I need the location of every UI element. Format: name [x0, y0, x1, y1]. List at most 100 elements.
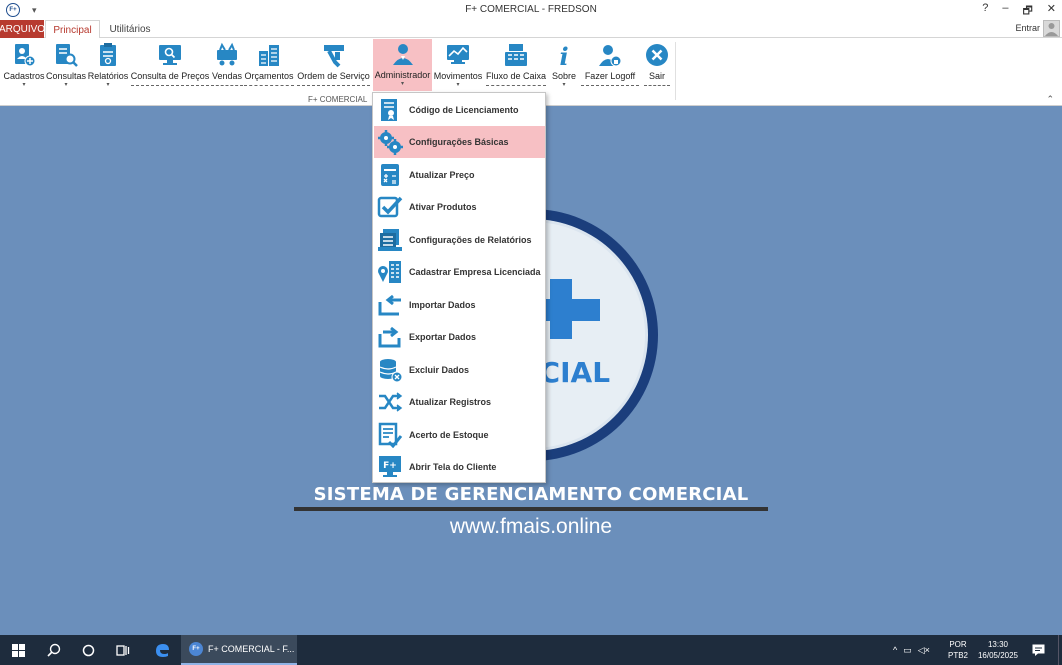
relatorios-button[interactable]: Relatórios ▾: [87, 40, 129, 92]
license-icon: [381, 99, 397, 121]
clock-date: 16/05/2025: [977, 651, 1019, 660]
tray-icons: ^ ▭ ◁×: [893, 635, 936, 665]
sobre-button[interactable]: i Sobre ▾: [550, 40, 578, 92]
menu-item-label: Excluir Dados: [409, 365, 470, 375]
windows-start-icon[interactable]: [4, 635, 32, 665]
menu-item-excluir-dados[interactable]: Excluir Dados: [374, 354, 545, 386]
consultas-button[interactable]: Consultas ▾: [45, 40, 87, 92]
menu-item-label: Acerto de Estoque: [409, 430, 489, 440]
taskbar-app-fcomercial[interactable]: F+ F+ COMERCIAL - F...: [181, 635, 297, 665]
restore-button[interactable]: 🗗: [1022, 2, 1032, 21]
network-icon[interactable]: ▭: [903, 645, 912, 656]
relatorios-label: Relatórios: [87, 71, 129, 81]
menu-item-ativar-produtos[interactable]: Ativar Produtos: [374, 191, 545, 223]
building-icon: [378, 261, 401, 283]
edge-browser-icon[interactable]: [148, 635, 176, 665]
menu-item-codigo-licenciamento[interactable]: Código de Licenciamento: [374, 94, 545, 126]
search-doc-icon: [56, 44, 78, 67]
collapse-ribbon-icon[interactable]: ⌃: [1046, 94, 1054, 105]
tools-icon: [323, 45, 344, 68]
minimize-button[interactable]: –: [1002, 2, 1008, 21]
cadastros-label: Cadastros: [3, 71, 45, 81]
menu-item-abrir-tela-cliente[interactable]: F+ Abrir Tela do Cliente: [374, 451, 545, 483]
menu-item-atualizar-registros[interactable]: Atualizar Registros: [374, 386, 545, 418]
administrador-button[interactable]: Administrador ▾: [373, 39, 432, 91]
cadastros-button[interactable]: Cadastros ▾: [3, 40, 45, 92]
menu-item-label: Atualizar Preço: [409, 170, 475, 180]
notification-icon[interactable]: [1028, 635, 1048, 665]
task-view-icon[interactable]: [109, 635, 137, 665]
ordem-servico-button[interactable]: Ordem de Serviço: [297, 40, 370, 92]
checkbox-icon: [377, 196, 403, 218]
ribbon-group-label: F+ COMERCIAL: [308, 95, 368, 104]
cash-register-icon: [505, 44, 527, 66]
menu-item-label: Exportar Dados: [409, 332, 477, 342]
vendas-button[interactable]: Vendas: [211, 40, 243, 92]
orcamentos-label: Orçamentos: [244, 71, 294, 81]
logoff-button[interactable]: Fazer Logoff: [581, 40, 639, 92]
person-add-icon: [15, 44, 36, 67]
website-url: www.fmais.online: [449, 515, 613, 538]
show-desktop-button[interactable]: [1058, 635, 1062, 665]
stock-doc-icon: [378, 422, 403, 448]
fluxo-caixa-button[interactable]: Fluxo de Caixa: [486, 40, 546, 92]
sobre-label: Sobre: [551, 71, 577, 81]
menu-item-cadastrar-empresa[interactable]: Cadastrar Empresa Licenciada: [374, 256, 545, 288]
tab-arquivo[interactable]: ARQUIVO: [0, 20, 45, 38]
svg-text:F+: F+: [383, 461, 397, 471]
help-button[interactable]: ?: [982, 2, 988, 21]
sair-button[interactable]: Sair: [644, 40, 670, 92]
chevron-down-icon: ▾: [22, 82, 26, 88]
consulta-precos-label: Consulta de Preços: [130, 71, 210, 81]
menu-item-atualizar-preco[interactable]: Atualizar Preço: [374, 159, 545, 191]
menu-item-label: Atualizar Registros: [409, 397, 492, 407]
menu-item-config-relatorios[interactable]: Configurações de Relatórios: [374, 224, 545, 256]
reports-config-icon: [378, 229, 402, 251]
movimentos-button[interactable]: Movimentos ▾: [433, 40, 483, 92]
logoff-icon: [599, 45, 622, 67]
menu-item-acerto-estoque[interactable]: Acerto de Estoque: [374, 419, 545, 451]
menu-item-label: Abrir Tela do Cliente: [409, 462, 497, 472]
menu-item-exportar-dados[interactable]: Exportar Dados: [374, 321, 545, 353]
fluxo-caixa-label: Fluxo de Caixa: [485, 71, 547, 81]
menu-item-label: Configurações de Relatórios: [409, 235, 532, 245]
menu-item-configuracoes-basicas[interactable]: Configurações Básicas: [374, 126, 545, 158]
chevron-down-icon: ▾: [64, 82, 68, 88]
logoff-label: Fazer Logoff: [584, 71, 636, 81]
report-icon: [100, 43, 116, 66]
consultas-label: Consultas: [45, 71, 87, 81]
menu-item-label: Ativar Produtos: [409, 202, 477, 212]
monitor-search-icon: [159, 45, 181, 65]
tab-utilitarios[interactable]: Utilitários: [104, 20, 156, 38]
chevron-down-icon: ▾: [400, 81, 404, 87]
title-bar: F+ ▾ F+ COMERCIAL - FREDSON ? – 🗗 ✕: [0, 0, 1062, 20]
window-title: F+ COMERCIAL - FREDSON: [465, 4, 597, 15]
user-avatar-icon[interactable]: [1043, 20, 1060, 37]
admin-icon: [392, 44, 413, 65]
exit-icon: [646, 44, 668, 66]
sign-in-link[interactable]: Entrar: [1015, 23, 1040, 33]
import-icon: [378, 294, 401, 316]
language-top: POR: [949, 640, 967, 649]
menu-item-label: Importar Dados: [409, 300, 476, 310]
calculator-icon: [259, 45, 279, 66]
database-delete-icon: [379, 359, 403, 383]
consulta-precos-button[interactable]: Consulta de Preços: [131, 40, 209, 92]
close-button[interactable]: ✕: [1047, 2, 1056, 21]
ordem-servico-label: Ordem de Serviço: [297, 71, 370, 81]
orcamentos-button[interactable]: Orçamentos: [244, 40, 294, 92]
language-indicator[interactable]: POR PTB2: [945, 635, 971, 665]
cortana-icon[interactable]: [74, 635, 102, 665]
administrador-label: Administrador: [374, 70, 431, 80]
chevron-down-icon: ▾: [456, 82, 460, 88]
volume-muted-icon[interactable]: ◁×: [918, 645, 930, 656]
shuffle-icon: [379, 392, 403, 412]
sair-label: Sair: [648, 71, 665, 81]
tab-principal[interactable]: Principal: [45, 20, 100, 39]
movimentos-label: Movimentos: [433, 71, 483, 81]
search-icon[interactable]: [40, 635, 68, 665]
ribbon-separator: [675, 42, 676, 100]
clock[interactable]: 13:30 16/05/2025: [975, 635, 1021, 665]
chevron-up-icon[interactable]: ^: [893, 645, 897, 655]
menu-item-importar-dados[interactable]: Importar Dados: [374, 289, 545, 321]
